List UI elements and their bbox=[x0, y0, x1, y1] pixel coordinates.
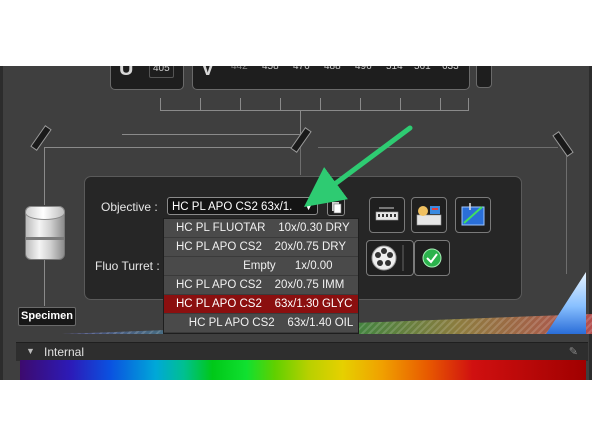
annotation-arrow-icon bbox=[303, 125, 413, 207]
